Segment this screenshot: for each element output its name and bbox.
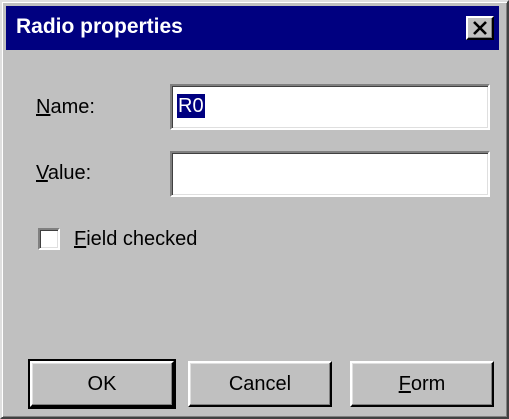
cancel-button[interactable]: Cancel: [188, 361, 332, 407]
ok-button[interactable]: OK: [28, 359, 176, 409]
window-title: Radio properties: [16, 15, 183, 38]
name-input[interactable]: R0: [170, 84, 490, 130]
field-checked-checkbox[interactable]: [38, 228, 60, 250]
form-button[interactable]: Form: [350, 361, 494, 407]
radio-properties-dialog: Radio properties Name: R0 Value: Field c…: [0, 0, 509, 419]
name-input-value: R0: [177, 94, 205, 118]
field-checked-label[interactable]: Field checked: [74, 228, 197, 251]
close-button[interactable]: [466, 16, 494, 40]
title-bar[interactable]: Radio properties: [6, 6, 499, 50]
name-label: Name:: [36, 96, 95, 118]
value-input[interactable]: [170, 151, 490, 197]
value-label: Value:: [36, 162, 92, 184]
close-icon: [473, 21, 487, 35]
